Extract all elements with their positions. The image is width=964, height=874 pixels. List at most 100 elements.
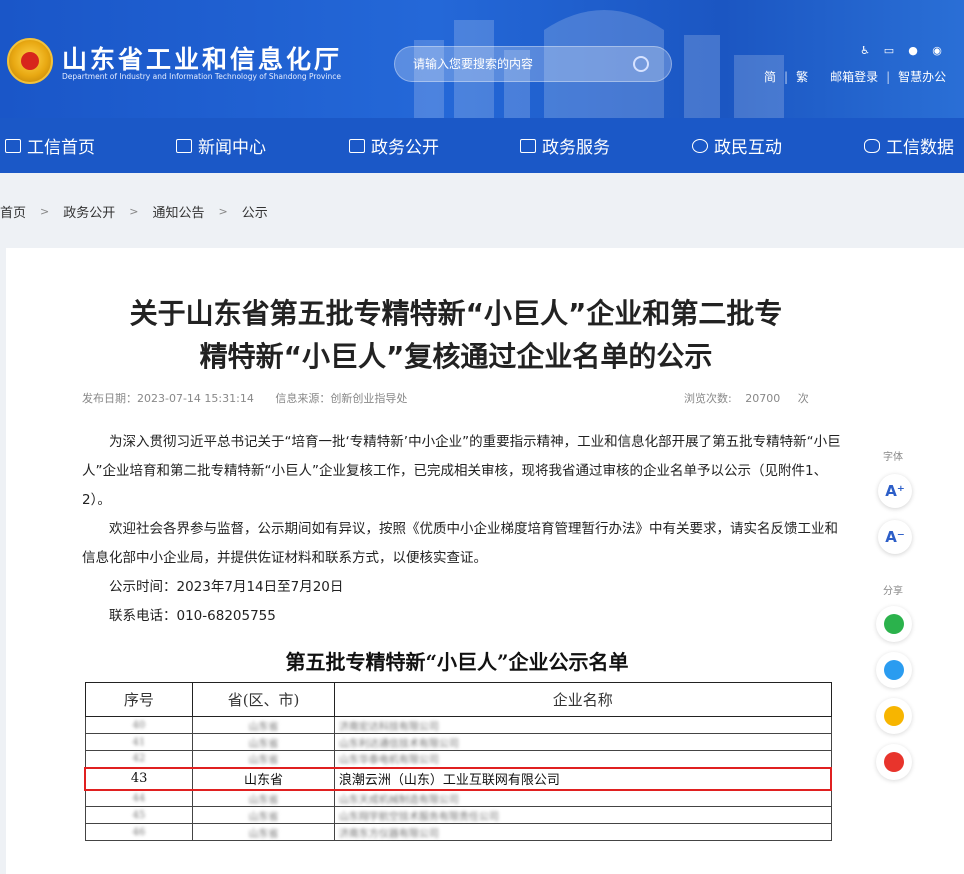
publicity-period: 公示时间：2023年7月14日至7月20日 [109, 579, 344, 595]
simplified-chinese-link[interactable]: 简 [764, 68, 776, 85]
service-icon [520, 138, 536, 153]
article-title-line: 关于山东省第五批专精特新“小巨人”企业和第二批专 [129, 297, 783, 330]
nav-item-label: 政民互动 [714, 138, 782, 158]
font-decrease-button[interactable]: A⁻ [878, 520, 912, 554]
font-increase-button[interactable]: A⁺ [878, 474, 912, 508]
share-qq-button[interactable] [876, 652, 912, 688]
info-source: 信息来源：创新创业指导处 [275, 392, 408, 405]
share-qzone-button[interactable] [876, 698, 912, 734]
wechat-icon[interactable]: ● [906, 44, 920, 58]
table-row: 40 山东省 济南宏达科技有限公司 [84, 716, 832, 734]
search-box [394, 46, 672, 82]
cell-company: 济南宏达科技有限公司 [333, 716, 832, 734]
qq-icon [884, 660, 904, 680]
mail-login-link[interactable]: 邮箱登录 [830, 68, 878, 85]
font-size-label: 字体 [883, 452, 903, 463]
cell-company: 山东华泰电机有限公司 [333, 750, 832, 768]
cell-number: 40 [84, 716, 194, 734]
breadcrumb-separator: > [40, 204, 50, 218]
nav-item-government-services[interactable]: 政务服务 [520, 118, 610, 173]
nav-item-interaction[interactable]: 政民互动 [692, 118, 782, 173]
wechat-icon [884, 614, 904, 634]
cell-province: 山东省 [192, 733, 335, 751]
article-paragraph: 欢迎社会各界参与监督，公示期间如有异议，按照《优质中小企业梯度培育管理暂行办法》… [82, 521, 838, 566]
nav-item-government-affairs[interactable]: 政务公开 [349, 118, 439, 173]
article-meta: 发布日期：2023-07-14 15:31:14 信息来源：创新创业指导处 [82, 390, 425, 406]
cell-company: 山东利达通信技术有限公司 [333, 733, 832, 751]
nav-item-label: 政务公开 [371, 138, 439, 158]
table-row: 45 山东省 山东翔宇航空技术服务有限责任公司 [84, 806, 832, 824]
national-emblem-icon [7, 38, 53, 84]
top-links: 简 | 繁 邮箱登录 | 智慧办公 [764, 68, 946, 85]
monitor-icon [349, 138, 365, 153]
article-title: 关于山东省第五批专精特新“小巨人”企业和第二批专 精特新“小巨人”复核通过企业名… [60, 292, 852, 378]
contact-phone: 联系电话：010-68205755 [109, 608, 276, 624]
breadcrumb-home[interactable]: 首页 [0, 202, 26, 221]
share-wechat-button[interactable] [876, 606, 912, 642]
article-body: 为深入贯彻习近平总书记关于“培育一批‘专精特新’中小企业”的重要指示精神，工业和… [82, 428, 842, 631]
news-icon [176, 138, 192, 153]
article-title-line: 精特新“小巨人”复核通过企业名单的公示 [199, 340, 713, 373]
qzone-star-icon [884, 706, 904, 726]
weibo-icon[interactable]: ◉ [930, 44, 944, 58]
accessibility-icon[interactable]: ♿ [858, 44, 872, 58]
cell-province: 山东省 [192, 750, 335, 768]
top-icon-bar: ♿ ▭ ● ◉ [858, 44, 944, 58]
breadcrumb: 首页 > 政务公开 > 通知公告 > 公示 [0, 200, 268, 222]
divider: | [886, 69, 891, 84]
column-header-company: 企业名称 [333, 682, 832, 717]
breadcrumb-separator: > [129, 204, 139, 218]
nav-item-home[interactable]: 工信首页 [5, 118, 95, 173]
cell-number: 44 [84, 789, 194, 807]
view-count-value: 20700 [745, 392, 781, 405]
breadcrumb-government-affairs[interactable]: 政务公开 [63, 202, 115, 221]
cell-number: 45 [84, 806, 194, 824]
view-count-label: 浏览次数: [684, 392, 732, 405]
site-header: 山东省工业和信息化厅 Department of Industry and In… [0, 0, 964, 118]
cell-company: 济南东方仪器有限公司 [333, 823, 832, 841]
column-header-province: 省(区、市) [192, 682, 335, 717]
weibo-icon [884, 752, 904, 772]
cell-province: 山东省 [192, 716, 335, 734]
share-label: 分享 [883, 586, 903, 597]
mobile-icon[interactable]: ▭ [882, 44, 896, 58]
traditional-chinese-link[interactable]: 繁 [796, 68, 808, 85]
nav-item-data[interactable]: 工信数据 [864, 118, 954, 173]
home-icon [5, 138, 21, 153]
cell-province: 山东省 [192, 789, 335, 807]
cell-number: 43 [84, 766, 194, 791]
site-title[interactable]: 山东省工业和信息化厅 [62, 40, 342, 76]
cell-company: 浪潮云洲（山东）工业互联网有限公司 [333, 766, 832, 791]
search-input[interactable] [413, 47, 623, 81]
share-weibo-button[interactable] [876, 744, 912, 780]
table-row: 44 山东省 山东天成机械制造有限公司 [84, 789, 832, 807]
divider: | [784, 69, 789, 84]
search-icon[interactable] [633, 56, 649, 72]
cell-company: 山东天成机械制造有限公司 [333, 789, 832, 807]
cell-company: 山东翔宇航空技术服务有限责任公司 [333, 806, 832, 824]
breadcrumb-separator: > [218, 204, 228, 218]
site-subtitle: Department of Industry and Information T… [62, 72, 341, 81]
cell-province: 山东省 [192, 823, 335, 841]
cell-number: 42 [84, 750, 194, 768]
main-nav: 工信首页 新闻中心 政务公开 政务服务 政民互动 工信数据 [0, 118, 964, 173]
breadcrumb-current: 公示 [241, 205, 268, 221]
publish-date: 发布日期：2023-07-14 15:31:14 [82, 392, 254, 405]
cell-number: 46 [84, 823, 194, 841]
table-row: 41 山东省 山东利达通信技术有限公司 [84, 733, 832, 751]
chat-icon [692, 138, 708, 153]
list-title: 第五批专精特新“小巨人”企业公示名单 [285, 650, 629, 674]
cell-province: 山东省 [192, 806, 335, 824]
cell-province: 山东省 [192, 766, 335, 791]
nav-item-label: 工信数据 [886, 138, 954, 158]
enterprise-list-table: 序号 省(区、市) 企业名称 40 山东省 济南宏达科技有限公司 41 山东省 … [84, 682, 832, 841]
breadcrumb-notices[interactable]: 通知公告 [152, 202, 204, 221]
nav-item-label: 工信首页 [27, 138, 95, 158]
nav-item-label: 政务服务 [542, 138, 610, 158]
table-row: 42 山东省 山东华泰电机有限公司 [84, 750, 832, 768]
table-row: 46 山东省 济南东方仪器有限公司 [84, 823, 832, 841]
cell-number: 41 [84, 733, 194, 751]
smart-office-link[interactable]: 智慧办公 [898, 68, 946, 85]
view-count: 浏览次数: 20700 次 [684, 390, 809, 406]
nav-item-news[interactable]: 新闻中心 [176, 118, 266, 173]
